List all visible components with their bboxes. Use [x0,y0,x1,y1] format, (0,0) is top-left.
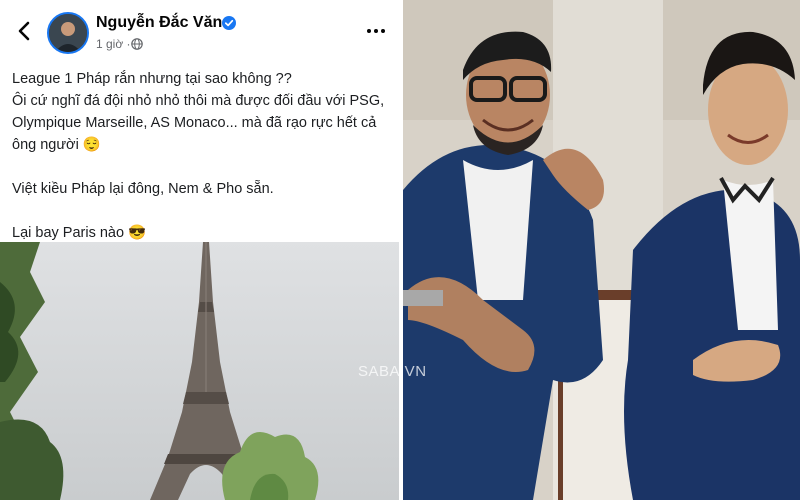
globe-icon [131,38,143,50]
two-men-photo[interactable] [403,0,800,500]
back-arrow-icon[interactable] [12,18,38,44]
facebook-post-panel: Nguyễn Đắc Văn 1 giờ · League 1 Pháp rắn… [0,0,399,500]
post-line: ông người 😌 [12,137,101,153]
avatar[interactable] [47,12,89,54]
verified-badge-icon [222,16,236,30]
more-options-icon[interactable] [365,22,387,40]
eiffel-tower-photo[interactable] [0,242,399,500]
author-name[interactable]: Nguyễn Đắc Văn [96,14,222,32]
post-line: League 1 Pháp rắn nhưng tại sao không ?? [12,71,292,87]
post-text: League 1 Pháp rắn nhưng tại sao không ??… [12,68,392,244]
post-line: Olympique Marseille, AS Monaco... mà đã … [12,115,377,131]
post-time[interactable]: 1 giờ · [96,37,131,51]
post-line: Ôi cứ nghĩ đá đội nhỏ nhỏ thôi mà được đ… [12,93,385,109]
watermark: SABA.VN [358,363,427,380]
post-line: Việt kiều Pháp lại đông, Nem & Pho sẵn. [12,181,274,197]
post-line: Lại bay Paris nào 😎 [12,225,147,241]
screenshot-composite: Nguyễn Đắc Văn 1 giờ · League 1 Pháp rắn… [0,0,800,500]
